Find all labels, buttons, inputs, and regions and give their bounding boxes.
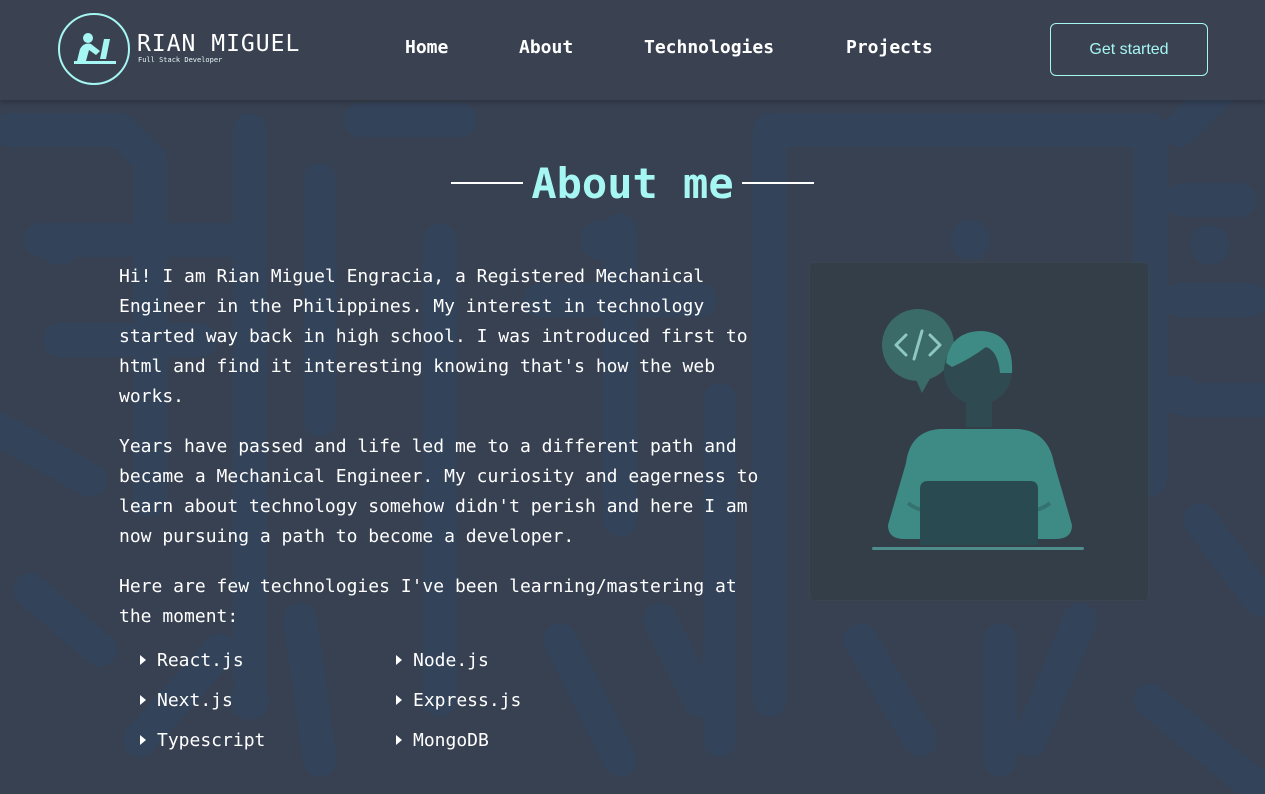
heading-line-left xyxy=(451,182,524,184)
technology-label: Next.js xyxy=(157,689,233,711)
about-paragraph-intro: Hi! I am Rian Miguel Engracia, a Registe… xyxy=(119,266,748,407)
about-heading: About me xyxy=(0,155,1265,211)
site-header: RIAN MIGUEL Full Stack Developer Home Ab… xyxy=(0,0,1265,100)
caret-right-icon xyxy=(140,735,146,745)
technology-label: React.js xyxy=(157,649,244,671)
technology-label: Express.js xyxy=(413,689,522,711)
developer-illustration xyxy=(810,263,1148,600)
list-item: Express.js xyxy=(396,688,560,712)
about-text: Hi! I am Rian Miguel Engracia, a Registe… xyxy=(119,262,759,652)
get-started-button[interactable]: Get started xyxy=(1050,23,1208,76)
heading-line-right xyxy=(741,182,814,184)
list-item: Typescript xyxy=(140,728,396,752)
caret-right-icon xyxy=(140,695,146,705)
nav-projects[interactable]: Projects xyxy=(846,37,933,58)
nav-home[interactable]: Home xyxy=(405,37,448,58)
caret-right-icon xyxy=(396,655,402,665)
list-item: React.js xyxy=(140,648,396,672)
caret-right-icon xyxy=(396,695,402,705)
nav-technologies[interactable]: Technologies xyxy=(644,37,774,58)
technology-label: Node.js xyxy=(413,649,489,671)
about-paragraph-tech-intro: Here are few technologies I've been lear… xyxy=(119,576,737,627)
nav-about[interactable]: About xyxy=(519,37,573,58)
technology-label: Typescript xyxy=(157,729,266,751)
section-title: About me xyxy=(531,158,734,208)
list-item: MongoDB xyxy=(396,728,560,752)
about-paragraph-career: Years have passed and life led me to a d… xyxy=(119,436,759,547)
list-item: Node.js xyxy=(396,648,560,672)
developer-with-laptop-illustration xyxy=(872,309,1084,550)
technology-list: React.js Node.js Next.js Express.js Type… xyxy=(140,648,560,752)
page: RIAN MIGUEL Full Stack Developer Home Ab… xyxy=(0,0,1265,794)
list-item: Next.js xyxy=(140,688,396,712)
caret-right-icon xyxy=(396,735,402,745)
caret-right-icon xyxy=(140,655,146,665)
technology-label: MongoDB xyxy=(413,729,489,751)
